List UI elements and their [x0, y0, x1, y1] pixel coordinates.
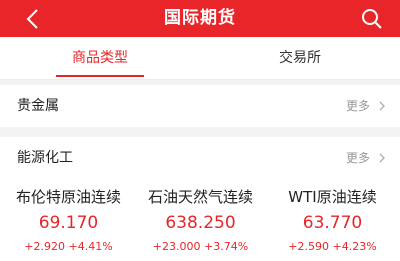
quote-card-wti[interactable]: WTI原油连续 63.770 +2.590 +4.23% [266, 174, 399, 253]
quote-name: 石油天然气连续 [147, 188, 253, 206]
quote-card-brent[interactable]: 布伦特原油连续 69.170 +2.920 +4.41% [2, 174, 135, 253]
change-value: +23.000 [152, 240, 201, 253]
tab-commodity-type[interactable]: 商品类型 [0, 37, 200, 79]
search-icon[interactable] [360, 7, 384, 31]
tab-bar: 商品类型 交易所 [0, 37, 400, 80]
tab-label: 商品类型 [72, 50, 128, 66]
change-percent: +4.41% [68, 240, 113, 253]
section-label: 贵金属 [17, 98, 59, 114]
chevron-right-icon [379, 153, 385, 163]
top-bar: 国际期货 [0, 0, 400, 37]
quote-change: +23.000 +3.74% [134, 240, 267, 253]
change-percent: +4.23% [332, 240, 377, 253]
section-label: 能源化工 [17, 150, 73, 166]
energy-chemicals-row[interactable]: 能源化工 更多 [0, 137, 400, 179]
page-title: 国际期货 [164, 8, 236, 28]
chevron-right-icon [379, 101, 385, 111]
quote-price: 638.250 [165, 213, 236, 233]
quote-change: +2.920 +4.41% [2, 240, 135, 253]
change-value: +2.590 [288, 240, 330, 253]
tab-exchange[interactable]: 交易所 [200, 37, 400, 79]
quote-card-oil-gas[interactable]: 石油天然气连续 638.250 +23.000 +3.74% [134, 174, 267, 253]
active-tab-underline [56, 75, 144, 77]
precious-metals-row[interactable]: 贵金属 更多 [0, 85, 400, 127]
quote-name: WTI原油连续 [288, 188, 377, 206]
quote-name: 布伦特原油连续 [15, 188, 121, 206]
change-value: +2.920 [24, 240, 66, 253]
quote-change: +2.590 +4.23% [266, 240, 399, 253]
more-link[interactable]: 更多 [346, 137, 370, 179]
more-link[interactable]: 更多 [346, 85, 370, 127]
quote-price: 69.170 [38, 213, 99, 233]
quote-price: 63.770 [302, 213, 363, 233]
tab-label: 交易所 [279, 50, 321, 66]
quote-grid: 布伦特原油连续 69.170 +2.920 +4.41% 石油天然气连续 638… [0, 174, 400, 261]
change-percent: +3.74% [204, 240, 249, 253]
precious-metals-section: 贵金属 更多 [0, 85, 400, 127]
